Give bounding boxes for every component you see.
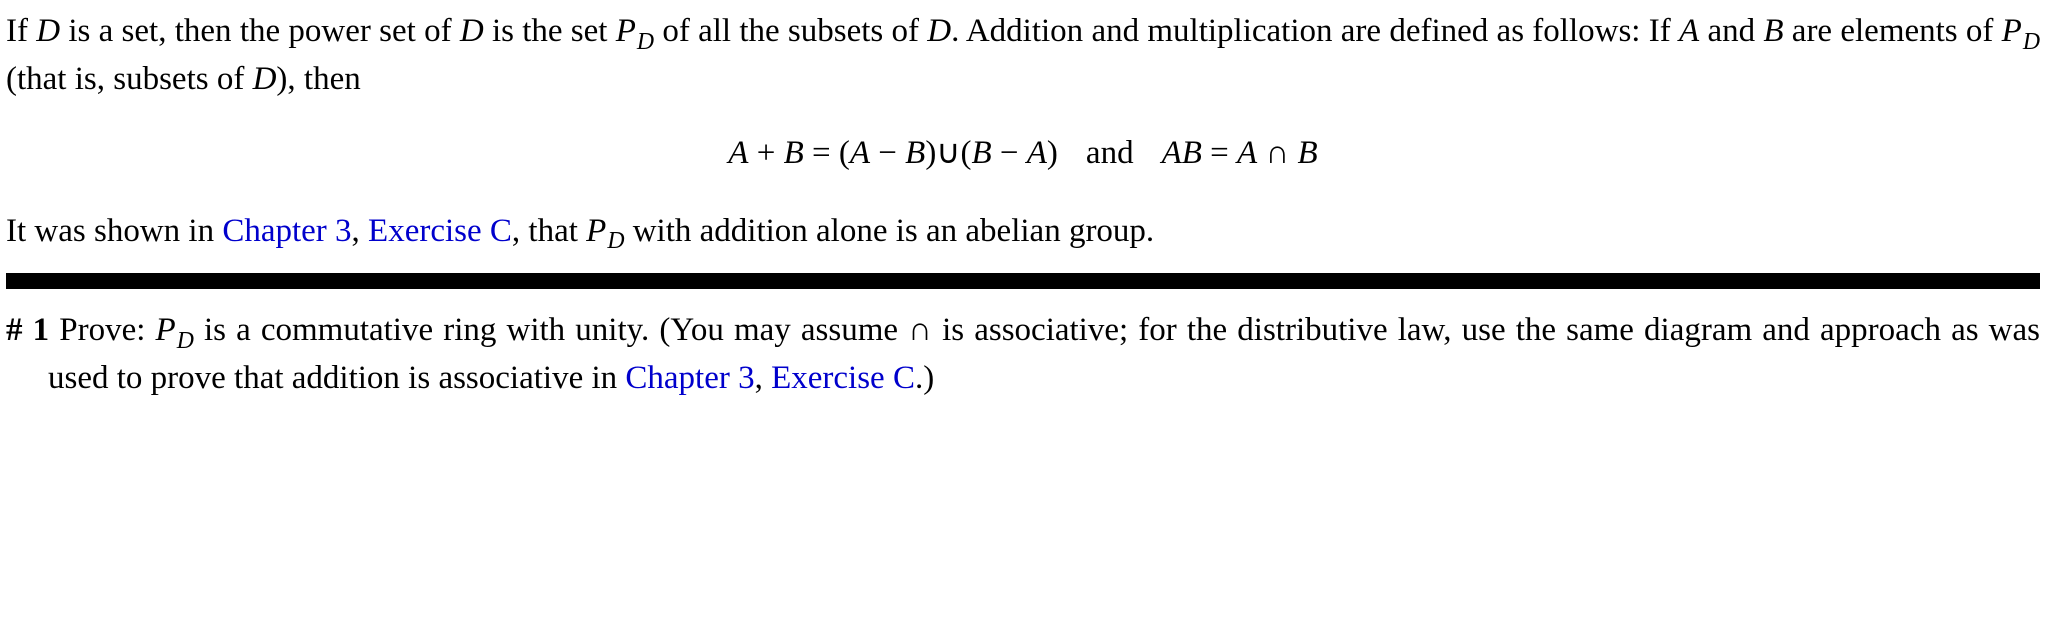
text: is a commutative ring with unity. (You m… <box>48 312 2040 396</box>
union-mid: )∪( <box>925 135 971 171</box>
link-exercise-c[interactable]: Exercise C <box>771 360 915 396</box>
link-chapter-3[interactable]: Chapter 3 <box>222 213 351 249</box>
variable-A: A <box>850 135 870 171</box>
text: (that is, subsets of <box>6 61 253 97</box>
minus-sign: − <box>992 135 1027 171</box>
document-page: If D is a set, then the power set of D i… <box>0 0 2046 413</box>
variable-B: B <box>905 135 925 171</box>
variable-AB: AB <box>1162 135 1202 171</box>
intersection-sign: ∩ <box>1257 135 1297 171</box>
text: Prove: <box>49 312 155 348</box>
variable-A: A <box>1027 135 1047 171</box>
plus-sign: + <box>748 135 783 171</box>
variable-D: D <box>253 61 277 97</box>
variable-B: B <box>971 135 991 171</box>
variable-D: D <box>36 13 60 49</box>
horizontal-rule <box>6 273 2040 289</box>
text: is a set, then the power set of <box>60 13 460 49</box>
after-paragraph: It was shown in Chapter 3, Exercise C, t… <box>6 208 2040 256</box>
variable-D: D <box>927 13 951 49</box>
variable-A: A <box>1237 135 1257 171</box>
text: and <box>1699 13 1763 49</box>
minus-sign: − <box>870 135 905 171</box>
text: , that <box>512 213 586 249</box>
text: is the set <box>484 13 616 49</box>
variable-B: B <box>1763 13 1783 49</box>
subscript-D: D <box>2022 29 2040 55</box>
variable-B: B <box>1298 135 1318 171</box>
exercise-item: # 1 Prove: PD is a commutative ring with… <box>6 307 2040 403</box>
variable-P: P <box>2002 13 2022 49</box>
text: , <box>352 213 369 249</box>
equals-sign: = <box>1202 135 1237 171</box>
variable-P: P <box>616 13 636 49</box>
and-separator: and <box>1058 130 1162 178</box>
exercise-hash: # <box>6 312 33 348</box>
link-exercise-c[interactable]: Exercise C <box>368 213 512 249</box>
variable-P: P <box>156 312 176 348</box>
text: with addition alone is an abelian group. <box>624 213 1154 249</box>
text: It was shown in <box>6 213 222 249</box>
intro-paragraph: If D is a set, then the power set of D i… <box>6 8 2040 104</box>
close-paren: ) <box>1047 135 1058 171</box>
subscript-D: D <box>176 328 194 354</box>
link-chapter-3[interactable]: Chapter 3 <box>625 360 754 396</box>
variable-A: A <box>728 135 748 171</box>
variable-A: A <box>1679 13 1699 49</box>
variable-D: D <box>460 13 484 49</box>
text: If <box>6 13 36 49</box>
variable-P: P <box>586 213 606 249</box>
text: . Addition and multiplication are define… <box>951 13 1679 49</box>
subscript-D: D <box>636 29 654 55</box>
equation-display: A + B = (A − B)∪(B − A)andAB = A ∩ B <box>6 130 2040 178</box>
exercise-number: 1 <box>33 312 50 348</box>
text: .) <box>915 360 934 396</box>
text: of all the subsets of <box>654 13 927 49</box>
text: , <box>755 360 772 396</box>
text: are elements of <box>1784 13 2002 49</box>
text: ), then <box>276 61 360 97</box>
variable-B: B <box>784 135 804 171</box>
subscript-D: D <box>606 228 624 254</box>
equals-open: = ( <box>804 135 850 171</box>
